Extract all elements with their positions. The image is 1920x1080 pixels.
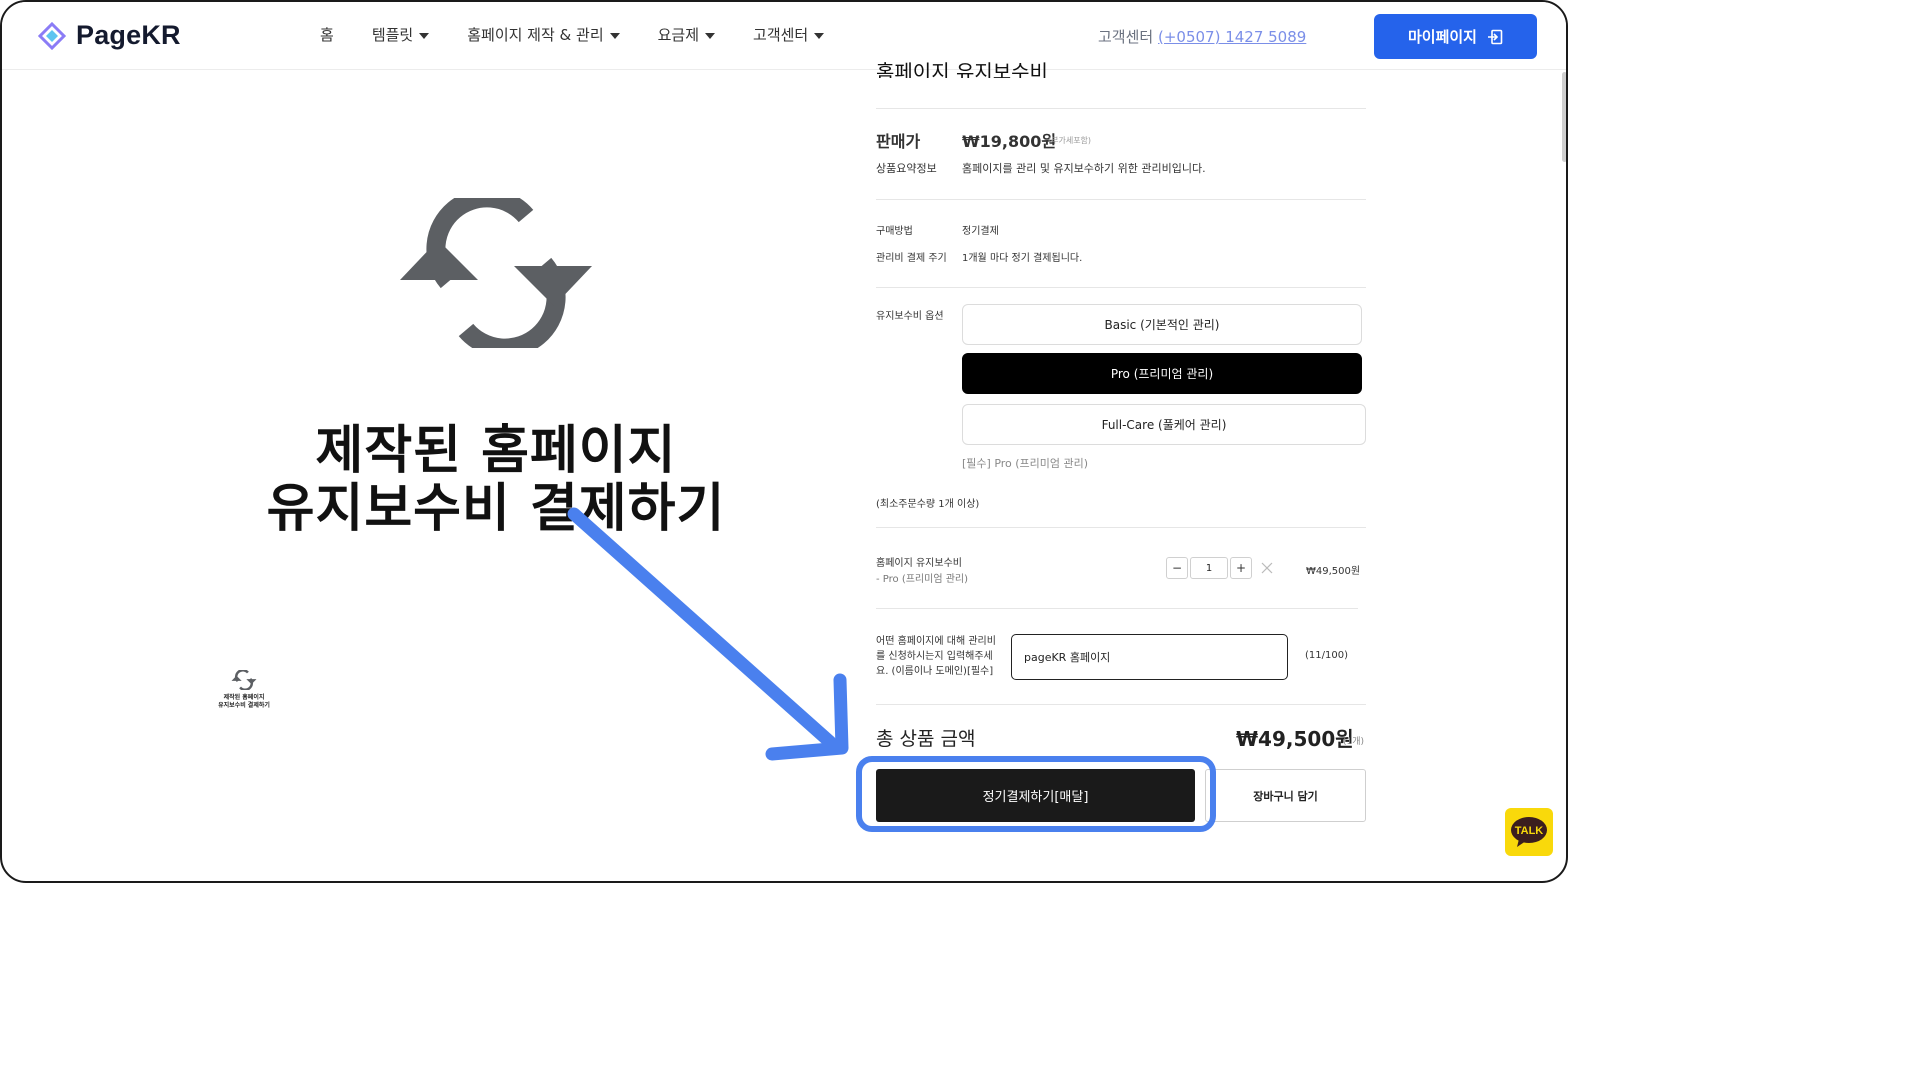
nav-label: 요금제 [657, 26, 700, 44]
cs-phone-link[interactable]: (+0507) 1427 5089 [1158, 28, 1306, 46]
product-thumbnail[interactable]: 제작된 홈페이지 유지보수비 결제하기 [202, 669, 286, 710]
thumbnail-line-2: 유지보수비 결제하기 [218, 702, 270, 709]
customer-center-contact: 고객센터 (+0507) 1427 5089 [1098, 26, 1306, 47]
hero-line-1: 제작된 홈페이지 [315, 421, 677, 481]
cs-label: 고객센터 [1098, 28, 1154, 46]
total-value: ₩49,500원 [1236, 727, 1354, 751]
product-title: 홈페이지 유지보수비 [876, 60, 1048, 78]
browser-frame: PageKR 홈 템플릿 홈페이지 제작 & 관리 요금제 고객센터 고객센터 … [0, 0, 1568, 883]
option-full-care[interactable]: Full-Care (풀케어 관리) [962, 404, 1366, 445]
nav-label: 템플릿 [371, 26, 414, 44]
nav-item-templates[interactable]: 템플릿 [371, 24, 430, 45]
cart-item-name: 홈페이지 유지보수비 [876, 558, 962, 569]
divider [876, 199, 1366, 200]
total-count: (1개) [1343, 737, 1365, 747]
cycle-label: 관리비 결제 주기 [876, 253, 947, 264]
remove-item-icon[interactable] [1260, 561, 1274, 575]
chat-bubble-icon: TALK [1511, 817, 1547, 847]
quantity-stepper: − 1 + [1166, 557, 1274, 579]
talk-label: TALK [1515, 825, 1544, 837]
hero-title: 제작된 홈페이지 유지보수비 결제하기 [232, 422, 760, 538]
nav-item-support[interactable]: 고객센터 [753, 24, 825, 45]
price-label: 판매가 [876, 132, 921, 151]
hero-line-2: 유지보수비 결제하기 [266, 479, 726, 539]
required-option-note: [필수] Pro (프리미엄 관리) [962, 457, 1089, 470]
logo-text: PageKR [76, 20, 181, 50]
min-order-note: (최소주문수량 1개 이상) [876, 499, 980, 510]
item-price: ₩49,500원 [1306, 566, 1361, 577]
option-label: Basic (기본적인 관리) [1104, 318, 1220, 332]
refresh-icon [231, 669, 257, 691]
total-label: 총 상품 금액 [876, 728, 976, 750]
caret-down-icon [814, 32, 825, 39]
cart-item-option: - Pro (프리미엄 관리) [876, 574, 969, 585]
divider [876, 704, 1366, 705]
logo[interactable]: PageKR [38, 20, 181, 51]
option-label: Full-Care (풀케어 관리) [1101, 418, 1227, 432]
nav-item-pricing[interactable]: 요금제 [657, 24, 716, 45]
purchase-method-label: 구매방법 [876, 226, 913, 237]
highlight-box [856, 756, 1216, 832]
divider [876, 527, 1366, 528]
quantity-input[interactable]: 1 [1190, 557, 1228, 579]
mypage-button[interactable]: 마이페이지 [1374, 14, 1537, 59]
option-label: Pro (프리미엄 관리) [1110, 367, 1214, 381]
nav-label: 홈 [320, 26, 334, 44]
cycle-value: 1개월 마다 정기 결제됩니다. [962, 253, 1083, 264]
caret-down-icon [705, 32, 716, 39]
mypage-label: 마이페이지 [1407, 29, 1477, 46]
divider [876, 608, 1358, 609]
option-pro[interactable]: Pro (프리미엄 관리) [962, 353, 1362, 394]
nav-item-home[interactable]: 홈 [320, 24, 334, 45]
homepage-name-input[interactable]: pageKR 홈페이지 [1011, 634, 1288, 680]
summary-label: 상품요약정보 [876, 162, 937, 175]
divider [876, 287, 1366, 288]
options-label: 유지보수비 옵션 [876, 311, 944, 322]
option-basic[interactable]: Basic (기본적인 관리) [962, 304, 1362, 345]
vat-note: (부가세포함) [1048, 136, 1092, 145]
site-header: PageKR 홈 템플릿 홈페이지 제작 & 관리 요금제 고객센터 고객센터 … [2, 2, 1566, 70]
purchase-method-value: 정기결제 [962, 226, 999, 237]
summary-value: 홈페이지를 관리 및 유지보수하기 위한 관리비입니다. [962, 162, 1206, 175]
caret-down-icon [609, 32, 620, 39]
decrease-button[interactable]: − [1166, 557, 1188, 579]
login-icon [1488, 29, 1503, 44]
logo-diamond-icon [38, 21, 66, 50]
nav-item-homepage-build[interactable]: 홈페이지 제작 & 관리 [467, 24, 620, 45]
main-nav: 홈 템플릿 홈페이지 제작 & 관리 요금제 고객센터 [320, 24, 825, 45]
thumbnail-line-1: 제작된 홈페이지 [223, 694, 265, 701]
add-to-cart-button[interactable]: 장바구니 담기 [1205, 769, 1366, 822]
cart-label: 장바구니 담기 [1253, 789, 1318, 803]
question-label: 어떤 홈페이지에 대해 관리비를 신청하시는지 입력해주세요. (이름이나 도메… [876, 636, 996, 677]
nav-label: 고객센터 [753, 26, 809, 44]
divider [876, 108, 1366, 109]
price-value: ₩19,800원 [962, 132, 1057, 151]
char-count: (11/100) [1305, 650, 1348, 661]
nav-label: 홈페이지 제작 & 관리 [467, 26, 604, 44]
caret-down-icon [419, 32, 430, 39]
page-scrollbar[interactable] [1562, 72, 1566, 162]
increase-button[interactable]: + [1230, 557, 1252, 579]
refresh-icon [400, 198, 592, 348]
kakao-talk-button[interactable]: TALK [1505, 808, 1553, 856]
